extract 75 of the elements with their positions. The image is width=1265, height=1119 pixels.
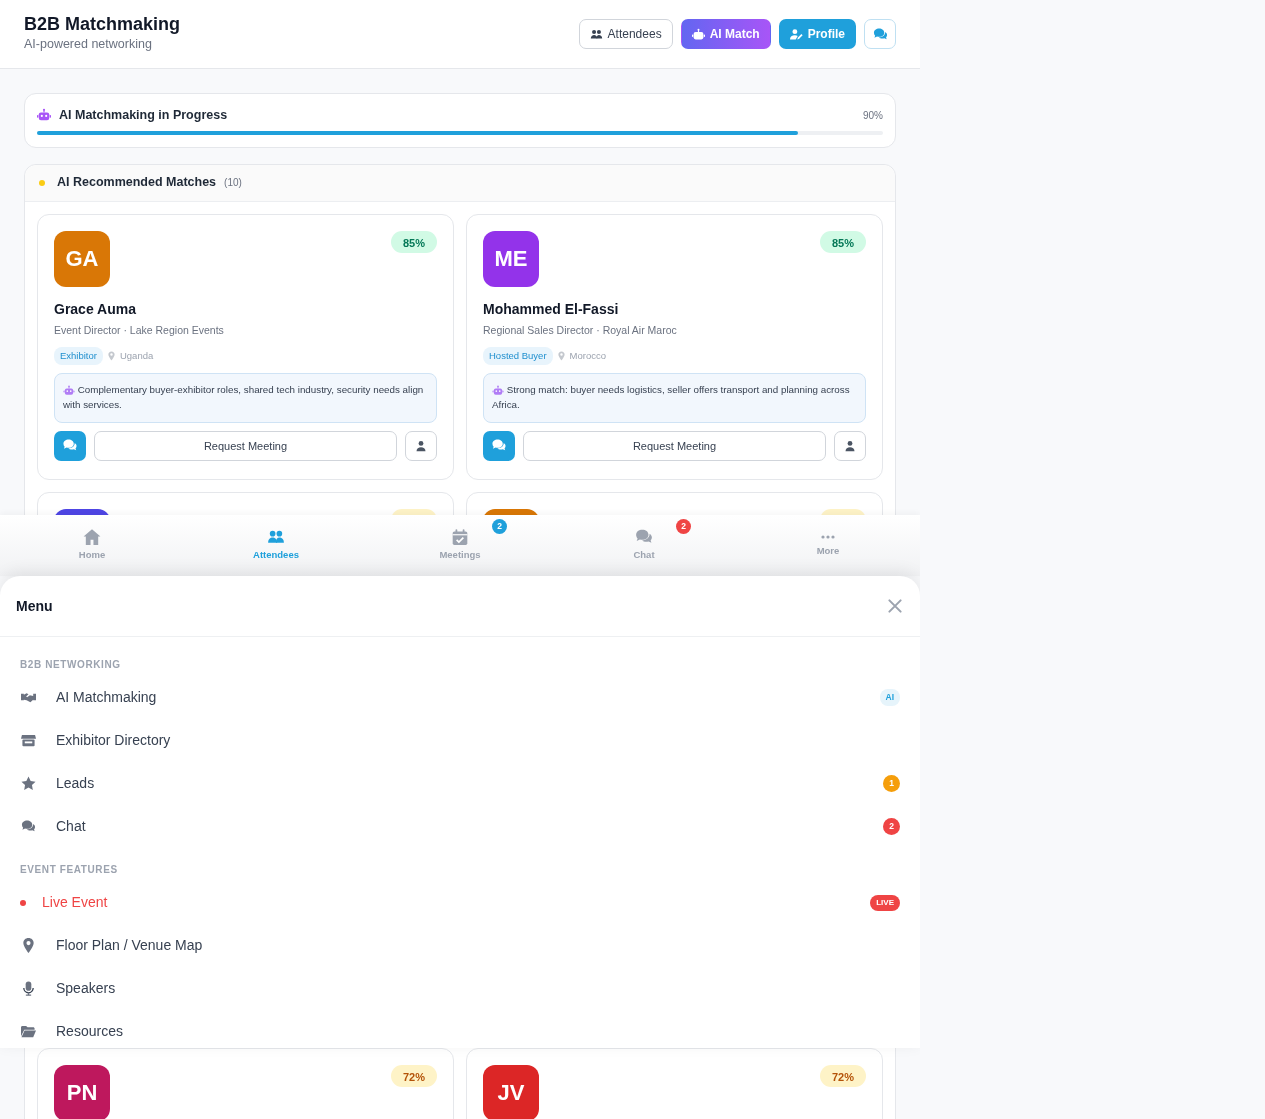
ai-badge: AI: [879, 689, 900, 706]
person-role: Event Director · Lake Region Events: [54, 322, 225, 338]
robot-icon: [63, 384, 75, 396]
star-icon: [20, 776, 37, 791]
calendar-icon: [450, 528, 470, 547]
robot-icon: [691, 27, 705, 41]
handshake-icon: [20, 690, 37, 705]
user-icon: [844, 439, 856, 452]
nav-tab[interactable]: Chat 2: [552, 515, 736, 576]
profile-button[interactable]: [834, 430, 866, 461]
user-icon: [415, 439, 427, 452]
close-icon: [886, 597, 904, 615]
location-text: Morocco: [569, 348, 606, 363]
progress-title: AI Matchmaking in Progress: [59, 107, 228, 124]
page-title: B2B Matchmaking: [24, 13, 181, 36]
menu-item[interactable]: Chat 2: [20, 805, 900, 848]
count-badge: 1: [883, 775, 900, 792]
attendees-button[interactable]: Attendees: [578, 19, 673, 49]
count-badge: 2: [883, 818, 900, 835]
chat-icon: [872, 26, 888, 42]
menu-item[interactable]: Leads 1: [20, 762, 900, 805]
person-name: Grace Auma: [54, 299, 137, 319]
store-icon: [20, 733, 37, 748]
request-meeting-button[interactable]: Request Meeting: [94, 430, 397, 461]
folder-icon: [20, 1024, 37, 1039]
match-count: (10): [224, 176, 242, 191]
map-pin-icon: [20, 938, 37, 953]
match-score: 72%: [820, 1064, 866, 1087]
count-badge: 2: [676, 519, 691, 534]
menu-item[interactable]: Floor Plan / Venue Map: [20, 924, 900, 967]
menu-item[interactable]: Live Event LIVE: [20, 881, 900, 924]
location-pin-icon: [556, 350, 566, 361]
close-button[interactable]: [886, 597, 904, 615]
status-dot: [39, 179, 45, 186]
live-badge: LIVE: [870, 894, 900, 911]
robot-icon: [492, 384, 504, 396]
match-score: 72%: [391, 1064, 437, 1087]
avatar: PN: [54, 1064, 110, 1119]
chat-button[interactable]: [54, 430, 86, 461]
match-reason: Strong match: buyer needs logistics, seller offers transport and planning across Africa.: [483, 372, 866, 423]
page-subtitle: AI-powered networking: [24, 36, 153, 54]
match-score: 85%: [391, 230, 437, 253]
profile-button[interactable]: [405, 430, 437, 461]
menu-item[interactable]: Exhibitor Directory: [20, 719, 900, 762]
people-icon: [589, 27, 603, 41]
home-icon: [82, 528, 102, 547]
microphone-icon: [20, 981, 37, 996]
person-role: Regional Sales Director · Royal Air Maroc: [483, 322, 678, 338]
person-name: Mohammed El-Fassi: [483, 299, 620, 319]
avatar: ME: [483, 230, 539, 287]
location-pin-icon: [106, 350, 116, 361]
section-title: AI Recommended Matches: [57, 174, 217, 192]
chat-button[interactable]: [483, 430, 515, 461]
avatar: GA: [54, 230, 110, 287]
chat-icon: [20, 819, 37, 834]
menu-item[interactable]: Speakers: [20, 967, 900, 1010]
progress-reading: 90%: [863, 108, 883, 123]
user-edit-icon: [789, 27, 803, 41]
live-dot-icon: [20, 899, 26, 906]
match-score: 85%: [820, 230, 866, 253]
match-reason: Complementary buyer-exhibitor roles, shared tech industry, security needs align with services.: [54, 372, 437, 423]
menu-item[interactable]: AI Matchmaking AI: [20, 676, 900, 719]
menu-title: Menu: [16, 596, 53, 616]
location-text: Uganda: [119, 348, 154, 363]
request-meeting-button[interactable]: Request Meeting: [523, 430, 826, 461]
menu-item[interactable]: Resources: [20, 1010, 900, 1048]
section-heading: EVENT FEATURES: [20, 863, 119, 877]
ai-match-button[interactable]: AI Match: [680, 19, 771, 49]
count-badge: 2: [492, 519, 507, 534]
chat-button[interactable]: [864, 19, 896, 49]
robot-icon: [37, 108, 51, 123]
section-heading: B2B NETWORKING: [20, 658, 122, 672]
avatar: JV: [483, 1064, 539, 1119]
role-tag: Hosted Buyer: [483, 346, 553, 365]
role-tag: Exhibitor: [54, 346, 103, 365]
